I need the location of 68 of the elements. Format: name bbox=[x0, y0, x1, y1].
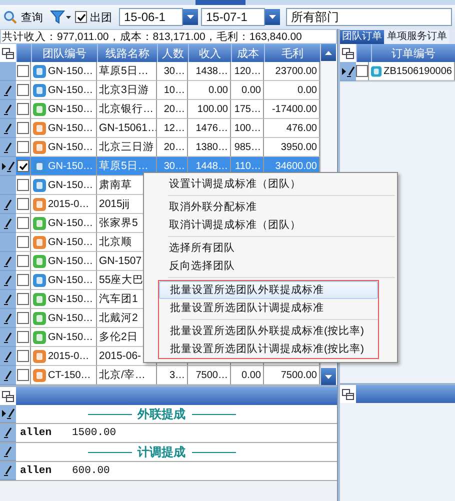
table-cell: 30… bbox=[164, 160, 185, 172]
table-cell: 2015jij bbox=[99, 198, 130, 210]
table-cell: CT-150… bbox=[48, 370, 91, 380]
table-cell: GN-150… bbox=[48, 122, 94, 134]
table-cell: GN-150… bbox=[48, 218, 94, 228]
table-cell: 100.00 bbox=[197, 104, 228, 114]
table-cell: 23700.00 bbox=[275, 66, 317, 76]
table-cell: 20… bbox=[164, 104, 185, 114]
table-cell: GN-150… bbox=[48, 84, 94, 96]
table-cell: 1500.00 bbox=[72, 427, 116, 439]
table-cell: GN-150… bbox=[48, 332, 94, 342]
table-cell: GN-150… bbox=[48, 236, 94, 248]
table-cell: 175… bbox=[234, 104, 261, 114]
table-cell: 北京三日游 bbox=[99, 140, 154, 154]
checkbox-label: 出团 bbox=[90, 10, 112, 24]
table-cell: 北京银行… bbox=[99, 102, 154, 116]
summary-text: 共计收入：977,011.00，成本：813,171.00，毛利：163,840.00 bbox=[0, 29, 337, 44]
table-cell: 1380… bbox=[196, 142, 228, 152]
table-cell: 120… bbox=[234, 66, 261, 76]
table-cell: 34600.00 bbox=[275, 160, 317, 172]
table-cell: ZB1506190006 bbox=[384, 66, 452, 76]
table-cell: 3… bbox=[169, 370, 185, 380]
table-cell: 肃南草 bbox=[99, 178, 132, 192]
table-cell: 30… bbox=[164, 66, 185, 76]
table-cell: 张家界5 bbox=[99, 216, 138, 230]
table-cell: GN-150… bbox=[48, 104, 94, 114]
table-cell: 600.00 bbox=[72, 465, 110, 477]
table-cell: 0.00 bbox=[298, 84, 317, 96]
table-cell: 北戴河2 bbox=[99, 311, 138, 325]
table-cell: 0.00 bbox=[242, 84, 261, 96]
table-cell: 1438… bbox=[196, 66, 228, 76]
table-cell: 北京3日游 bbox=[99, 83, 149, 97]
table-cell: GN-150… bbox=[48, 160, 94, 172]
table-cell: 476.00 bbox=[286, 122, 317, 134]
table-cell: 7500… bbox=[196, 370, 228, 380]
table-cell: 2015-0… bbox=[48, 350, 90, 362]
table-cell: 1476… bbox=[196, 122, 228, 134]
table-cell: GN-150… bbox=[48, 66, 94, 76]
table-cell: 北京/宰… bbox=[99, 368, 146, 382]
table-cell: 2015-06- bbox=[99, 350, 142, 362]
section-heading: 外联提成 bbox=[138, 406, 186, 422]
table-cell: 0.00 bbox=[242, 370, 261, 380]
table-cell: GN-150… bbox=[48, 256, 94, 266]
table-cell: GN-150… bbox=[48, 180, 94, 190]
table-cell: 0.00 bbox=[208, 84, 228, 96]
table-cell: 1448… bbox=[196, 160, 228, 172]
table-cell: GN-150… bbox=[48, 142, 94, 152]
table-cell: 北京顺 bbox=[99, 235, 132, 249]
table-cell: GN-1507 bbox=[99, 255, 142, 267]
table-cell: 985… bbox=[234, 142, 261, 152]
table-cell: 草原5日… bbox=[99, 64, 148, 78]
table-cell: 110… bbox=[235, 160, 261, 172]
table-cell: 7500.00 bbox=[280, 370, 317, 380]
table-cell: 草原5日… bbox=[99, 159, 148, 173]
table-cell: 2015-0… bbox=[48, 198, 90, 210]
table-cell: 10… bbox=[164, 84, 185, 96]
table-cell: 3950.00 bbox=[280, 142, 317, 152]
table-cell: 12… bbox=[164, 122, 185, 134]
table-cell: 多伦2日 bbox=[99, 330, 138, 344]
table-cell: -17400.00 bbox=[272, 104, 317, 114]
table-cell: GN-150… bbox=[48, 274, 94, 286]
table-cell: 20… bbox=[164, 142, 185, 152]
table-cell: 55座大巴 bbox=[99, 273, 144, 287]
table-cell: GN-150… bbox=[48, 312, 94, 324]
table-cell: GN-150… bbox=[48, 294, 94, 304]
table-cell: 汽车团1 bbox=[99, 292, 138, 306]
section-heading: 计调提成 bbox=[138, 444, 186, 460]
table-cell: 100… bbox=[234, 122, 261, 134]
